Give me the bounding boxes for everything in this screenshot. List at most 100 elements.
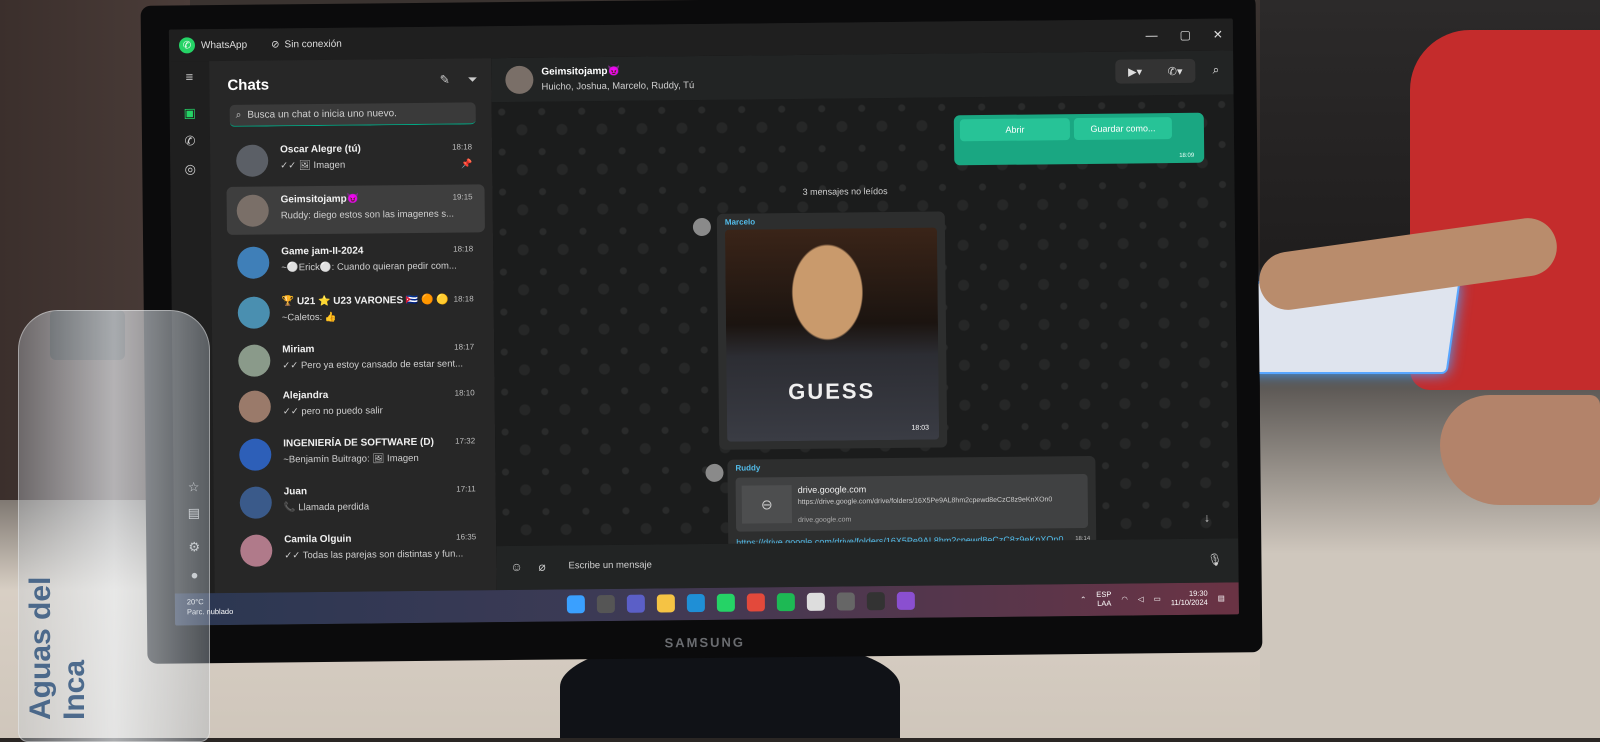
taskbar-apps — [566, 591, 915, 614]
link-preview-footer: drive.google.com — [797, 516, 852, 524]
notifications-icon[interactable]: ▤ — [1218, 593, 1225, 602]
terminal-icon[interactable] — [866, 592, 885, 611]
sender-avatar[interactable] — [705, 463, 724, 482]
chat-name: 🏆 U21 ⭐ U23 VARONES 🇨🇺 🟠 🟡 — [281, 294, 449, 308]
calls-icon[interactable]: ✆ — [182, 133, 198, 149]
chat-item[interactable]: Juan 17:11 📞 Llamada perdida — [230, 476, 488, 527]
chat-name: Game jam-II-2024 — [281, 245, 364, 258]
chat-preview: ~⚪Erick⚪: Cuando quieran pedir com... — [281, 260, 457, 274]
chat-item[interactable]: 🏆 U21 ⭐ U23 VARONES 🇨🇺 🟠 🟡 18:18 ~Caleto… — [228, 286, 486, 337]
close-button[interactable]: ✕ — [1213, 28, 1223, 42]
volume-icon[interactable]: ◁ — [1138, 594, 1144, 603]
whatsapp-logo-icon: ✆ — [178, 37, 196, 54]
store-icon[interactable] — [806, 592, 825, 611]
chat-time: 18:18 — [452, 142, 473, 152]
chat-preview: ✓✓ Todas las parejas son distintas y fun… — [284, 548, 464, 562]
filter-icon[interactable]: ⏷ — [468, 72, 478, 87]
new-chat-icon[interactable]: ✎ — [440, 73, 450, 88]
minimize-button[interactable]: — — [1145, 28, 1157, 42]
language-indicator[interactable]: ESP LAA — [1096, 590, 1111, 608]
edge-icon[interactable] — [686, 593, 705, 613]
teams-icon[interactable] — [626, 594, 645, 613]
photo[interactable]: GUESS 18:03 — [724, 227, 940, 442]
group-name: Geimsitojamp😈 — [541, 65, 620, 78]
message-time: 18:03 — [911, 424, 930, 432]
unity-icon[interactable] — [836, 592, 855, 611]
chrome-icon[interactable] — [746, 593, 765, 612]
conversation-header[interactable]: Geimsitojamp😈 Huicho, Joshua, Marcelo, R… — [491, 50, 1234, 103]
chat-item[interactable]: Camila Olguin 16:35 ✓✓ Todas las parejas… — [230, 524, 488, 575]
maximize-button[interactable]: ▢ — [1179, 28, 1190, 42]
chevron-up-icon[interactable]: ⌃ — [1080, 594, 1086, 603]
chat-preview: ✓✓ Pero ya estoy cansado de estar sent..… — [282, 358, 464, 372]
chat-item[interactable]: Alejandra 18:10 ✓✓ pero no puedo salir — [229, 380, 487, 431]
avatar — [240, 534, 273, 567]
clock[interactable]: 19:30 11/10/2024 — [1171, 589, 1208, 607]
open-button[interactable]: Abrir — [959, 118, 1071, 142]
link-preview-domain: drive.google.com — [797, 484, 867, 496]
attach-icon[interactable]: ⌀ — [538, 560, 545, 574]
app-name: WhatsApp — [200, 39, 248, 51]
conversation-panel: Geimsitojamp😈 Huicho, Joshua, Marcelo, R… — [491, 50, 1239, 591]
video-call-icon[interactable]: ▶▾ — [1128, 65, 1142, 78]
chat-name: Geimsitojamp😈 — [280, 193, 360, 206]
search-icon[interactable]: ⌕ — [1213, 63, 1220, 78]
chat-time: 17:11 — [456, 484, 476, 494]
link-message[interactable]: Ruddy ⊖ drive.google.com https://drive.g… — [727, 455, 1097, 552]
chat-item[interactable]: Geimsitojamp😈 19:15 Ruddy: diego estos s… — [226, 184, 485, 235]
avatar — [236, 144, 269, 177]
wifi-icon[interactable]: ◠ — [1121, 594, 1128, 603]
chat-item[interactable]: Oscar Alegre (tú) 18:18 ✓✓ 🖼 Imagen 📌 — [226, 134, 484, 185]
chat-name: INGENIERÍA DE SOFTWARE (D) — [283, 436, 434, 450]
visual-studio-icon[interactable] — [896, 591, 915, 610]
person-hand — [1440, 395, 1600, 505]
chat-item[interactable]: INGENIERÍA DE SOFTWARE (D) 17:32 ~Benjam… — [229, 428, 487, 479]
message-composer: ☺ ⌀ Escribe un mensaje 🎙 — [496, 538, 1239, 591]
chat-item[interactable]: Game jam-II-2024 18:18 ~⚪Erick⚪: Cuando … — [227, 236, 485, 287]
save-as-button[interactable]: Guardar como... — [1073, 117, 1173, 141]
chat-item[interactable]: Miriam 18:17 ✓✓ Pero ya estoy cansado de… — [228, 334, 486, 385]
chat-name: Oscar Alegre (tú) — [280, 143, 361, 156]
chat-time: 18:10 — [454, 388, 475, 398]
file-explorer-icon[interactable] — [656, 594, 675, 613]
call-buttons: ▶▾ ✆▾ — [1115, 58, 1196, 84]
search-input[interactable]: ⌕ Busca un chat o inicia uno nuevo. — [229, 102, 476, 127]
chat-preview: ✓✓ 🖼 Imagen — [280, 159, 346, 172]
sender-avatar[interactable] — [692, 217, 712, 237]
chats-icon[interactable]: ▣ — [182, 105, 198, 121]
monitor: ✆ WhatsApp ⊘ Sin conexión — ▢ ✕ ≡ ▣ ✆ ◎ … — [140, 0, 1263, 664]
offline-icon: ⊘ — [271, 38, 280, 50]
microphone-icon[interactable]: 🎙 — [1207, 553, 1222, 567]
pin-icon: 📌 — [460, 158, 473, 169]
connection-status: ⊘ Sin conexión — [271, 38, 342, 50]
status-icon[interactable]: ◎ — [182, 161, 198, 177]
chat-name: Miriam — [282, 344, 315, 356]
search-icon[interactable] — [596, 594, 615, 614]
message-time: 18:09 — [1179, 152, 1195, 159]
document-message: Abrir Guardar como... 18:09 — [953, 112, 1205, 166]
app-title: ✆ WhatsApp — [178, 37, 248, 54]
link-preview[interactable]: ⊖ drive.google.com https://drive.google.… — [735, 473, 1089, 532]
connection-status-text: Sin conexión — [284, 38, 342, 50]
menu-icon[interactable]: ≡ — [181, 69, 197, 85]
link-icon: ⊖ — [741, 485, 793, 524]
battery-icon[interactable]: ▭ — [1154, 594, 1161, 603]
message-input[interactable]: Escribe un mensaje — [568, 560, 652, 572]
clock-time: 19:30 — [1188, 588, 1208, 598]
avatar — [237, 296, 270, 329]
group-avatar[interactable] — [505, 65, 534, 95]
search-icon: ⌕ — [235, 109, 242, 121]
avatar — [237, 246, 270, 279]
chat-name: Juan — [283, 486, 308, 498]
spotify-icon[interactable] — [776, 593, 795, 612]
group-members: Huicho, Joshua, Marcelo, Ruddy, Tú — [541, 80, 695, 93]
clock-date: 11/10/2024 — [1170, 597, 1208, 608]
chats-title: Chats — [227, 76, 270, 94]
voice-call-icon[interactable]: ✆▾ — [1168, 64, 1183, 77]
photo-message[interactable]: Marcelo GUESS 18:03 — [716, 211, 948, 450]
scroll-down-icon[interactable]: ↓ — [1204, 511, 1210, 525]
emoji-icon[interactable]: ☺ — [510, 560, 522, 574]
whatsapp-icon[interactable] — [716, 593, 735, 612]
chat-preview: ~Caletos: 👍 — [281, 311, 337, 324]
start-icon[interactable] — [566, 595, 585, 614]
